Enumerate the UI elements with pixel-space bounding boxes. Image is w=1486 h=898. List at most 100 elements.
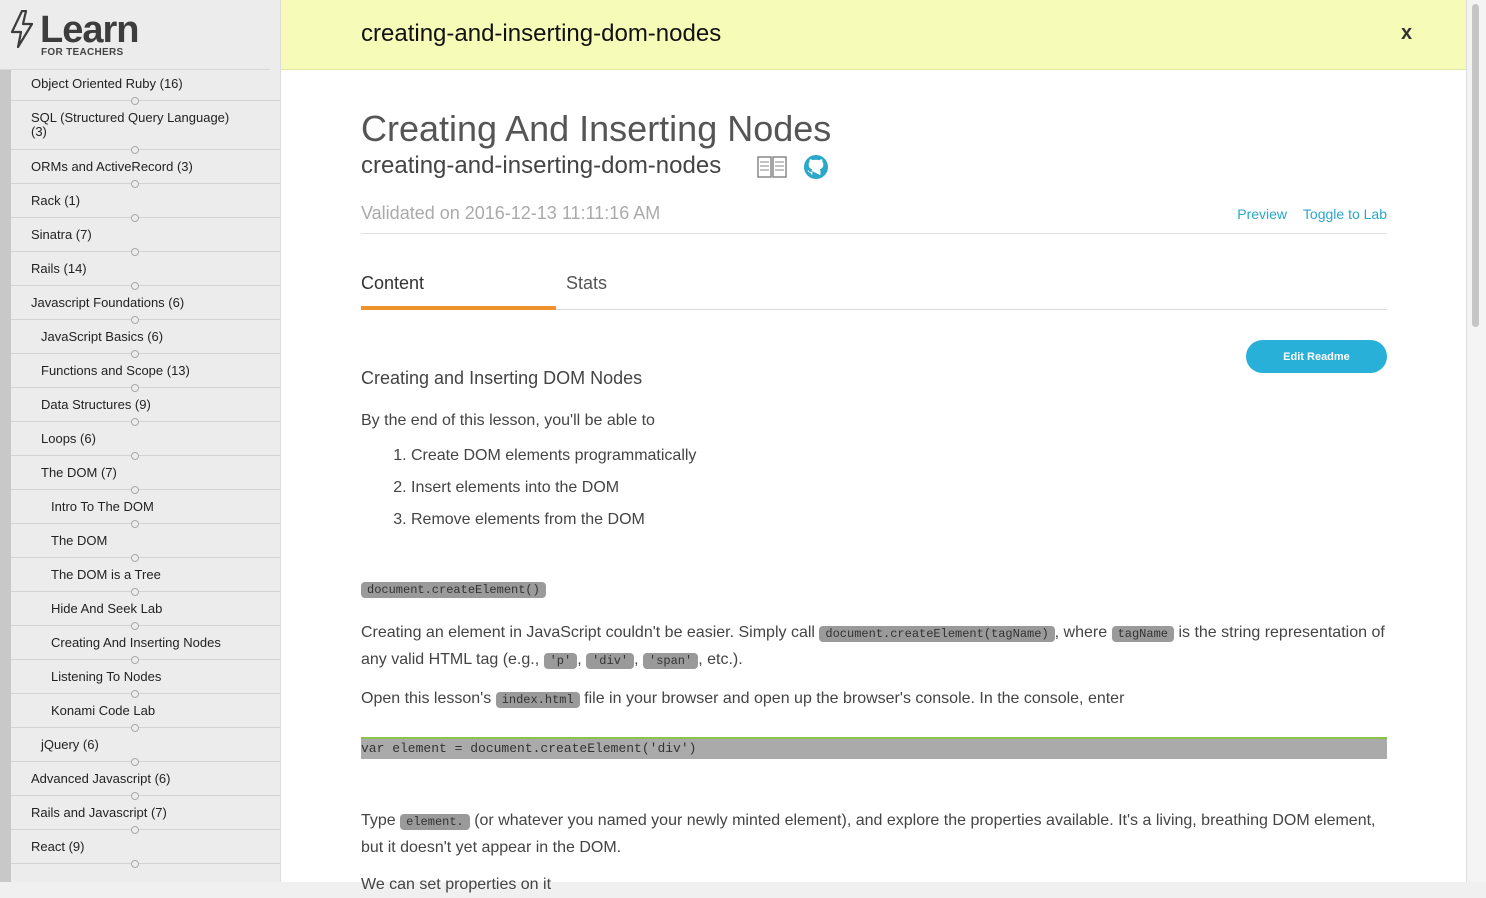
- sidebar: Object Oriented Ruby (16) SQL (Structured…: [11, 0, 281, 882]
- tab-content[interactable]: Content: [361, 273, 556, 310]
- github-icon[interactable]: [803, 154, 829, 180]
- lesson-title: Creating And Inserting Nodes: [361, 108, 832, 149]
- text: ,: [634, 651, 643, 668]
- sidebar-item[interactable]: Konami Code Lab: [11, 694, 280, 732]
- sidebar-item[interactable]: Object Oriented Ruby (16): [11, 67, 280, 105]
- inline-code: element.: [400, 814, 470, 830]
- inline-code: index.html: [495, 692, 580, 708]
- list-item: Insert elements into the DOM: [411, 476, 696, 508]
- sidebar-item-label: Loops (6): [41, 430, 96, 446]
- inline-code: 'span': [643, 653, 699, 669]
- inline-code: 'div': [586, 653, 635, 669]
- sidebar-item-label: Advanced Javascript (6): [31, 770, 171, 786]
- paragraph: Open this lesson's index.html file in yo…: [361, 686, 1124, 713]
- connector-dot-icon: [131, 452, 139, 460]
- sidebar-item-label: SQL (Structured Query Language) (3): [31, 110, 230, 139]
- sidebar-item[interactable]: Creating And Inserting Nodes: [11, 626, 280, 664]
- logo-subtitle: FOR TEACHERS: [41, 47, 124, 58]
- sidebar-item-label: Creating And Inserting Nodes: [51, 634, 221, 650]
- book-icon[interactable]: [757, 156, 787, 178]
- sidebar-item[interactable]: The DOM (7): [11, 456, 280, 494]
- connector-dot-icon: [131, 724, 139, 732]
- sidebar-item[interactable]: Intro To The DOM: [11, 490, 280, 528]
- sidebar-item-label: jQuery (6): [41, 736, 99, 752]
- connector-dot-icon: [131, 690, 139, 698]
- sidebar-item[interactable]: Javascript Foundations (6): [11, 286, 280, 324]
- tab-stats[interactable]: Stats: [566, 273, 607, 294]
- preview-link[interactable]: Preview: [1237, 206, 1287, 222]
- connector-dot-icon: [131, 860, 139, 868]
- text: ,: [577, 651, 587, 668]
- sidebar-item[interactable]: ORMs and ActiveRecord (3): [11, 150, 280, 188]
- connector-dot-icon: [131, 486, 139, 494]
- connector-dot-icon: [131, 656, 139, 664]
- toggle-to-lab-link[interactable]: Toggle to Lab: [1303, 206, 1387, 222]
- lesson-slug: creating-and-inserting-dom-nodes: [361, 152, 722, 179]
- connector-dot-icon: [131, 554, 139, 562]
- lesson-links: Preview Toggle to Lab: [1225, 206, 1387, 222]
- sidebar-item-label: ORMs and ActiveRecord (3): [31, 158, 193, 174]
- connector-dot-icon: [131, 520, 139, 528]
- inline-code: tagName: [1111, 626, 1174, 642]
- sidebar-item-label: The DOM: [51, 532, 108, 548]
- text: Creating an element in JavaScript couldn…: [361, 624, 820, 641]
- sidebar-item[interactable]: The DOM is a Tree: [11, 558, 280, 596]
- paragraph: Creating an element in JavaScript couldn…: [361, 620, 1387, 674]
- sidebar-item[interactable]: SQL (Structured Query Language) (3): [11, 101, 280, 154]
- inline-code: 'p': [543, 653, 578, 669]
- sidebar-item-label: Intro To The DOM: [51, 498, 154, 514]
- sidebar-item[interactable]: React (9): [11, 830, 280, 868]
- section-code-heading: document.createElement(): [361, 580, 546, 598]
- sidebar-nav: Object Oriented Ruby (16) SQL (Structured…: [11, 67, 280, 868]
- text: (or whatever you named your newly minted…: [361, 812, 1376, 856]
- connector-dot-icon: [131, 622, 139, 630]
- inline-code: document.createElement(tagName): [819, 626, 1055, 642]
- sidebar-item-label: Javascript Foundations (6): [31, 294, 185, 310]
- tab-bar: Content Stats: [361, 273, 1387, 310]
- close-button[interactable]: x: [1401, 22, 1412, 45]
- connector-dot-icon: [131, 792, 139, 800]
- sidebar-item-label: The DOM (7): [41, 464, 117, 480]
- code-block: var element = document.createElement('di…: [361, 737, 1387, 759]
- text: , etc.).: [698, 651, 743, 668]
- sidebar-item-label: Sinatra (7): [31, 226, 92, 242]
- sidebar-item[interactable]: Rails (14): [11, 252, 280, 290]
- sidebar-item[interactable]: The DOM: [11, 524, 280, 562]
- window-edge: [0, 0, 11, 882]
- sidebar-item-label: Rack (1): [31, 192, 81, 208]
- text: file in your browser and open up the bro…: [579, 690, 1125, 707]
- sidebar-item-label: Hide And Seek Lab: [51, 600, 163, 616]
- sidebar-item[interactable]: Rack (1): [11, 184, 280, 222]
- sidebar-item[interactable]: jQuery (6): [11, 728, 280, 766]
- scrollbar-thumb[interactable]: [1472, 4, 1479, 327]
- sidebar-item-label: Listening To Nodes: [51, 668, 162, 684]
- divider: [361, 233, 1387, 234]
- scrollbar[interactable]: [1466, 0, 1486, 882]
- learn-logo[interactable]: Learn FOR TEACHERS: [0, 0, 270, 70]
- sidebar-item[interactable]: Rails and Javascript (7): [11, 796, 280, 834]
- sidebar-item[interactable]: Hide And Seek Lab: [11, 592, 280, 630]
- text: , where: [1054, 624, 1112, 641]
- sidebar-item[interactable]: Advanced Javascript (6): [11, 762, 280, 800]
- sidebar-item[interactable]: Loops (6): [11, 422, 280, 460]
- logo-wordmark: Learn: [40, 9, 139, 51]
- connector-dot-icon: [131, 758, 139, 766]
- sidebar-item[interactable]: JavaScript Basics (6): [11, 320, 280, 358]
- list-item: Create DOM elements programmatically: [411, 444, 696, 476]
- inline-code: document.createElement(): [361, 582, 546, 598]
- sidebar-item[interactable]: Functions and Scope (13): [11, 354, 280, 392]
- paragraph: Type element. (or whatever you named you…: [361, 808, 1387, 861]
- sidebar-item[interactable]: Sinatra (7): [11, 218, 280, 256]
- sidebar-item-label: JavaScript Basics (6): [41, 328, 164, 344]
- bolt-icon: [10, 10, 34, 48]
- connector-dot-icon: [131, 350, 139, 358]
- sidebar-item[interactable]: Listening To Nodes: [11, 660, 280, 698]
- edit-readme-button[interactable]: Edit Readme: [1246, 340, 1387, 373]
- list-item: Remove elements from the DOM: [411, 508, 696, 540]
- connector-dot-icon: [131, 180, 139, 188]
- sidebar-item-label: Functions and Scope (13): [41, 362, 190, 378]
- main-panel: creating-and-inserting-dom-nodes x Creat…: [281, 0, 1466, 893]
- sidebar-item[interactable]: Data Structures (9): [11, 388, 280, 426]
- connector-dot-icon: [131, 826, 139, 834]
- text: Type: [361, 812, 401, 829]
